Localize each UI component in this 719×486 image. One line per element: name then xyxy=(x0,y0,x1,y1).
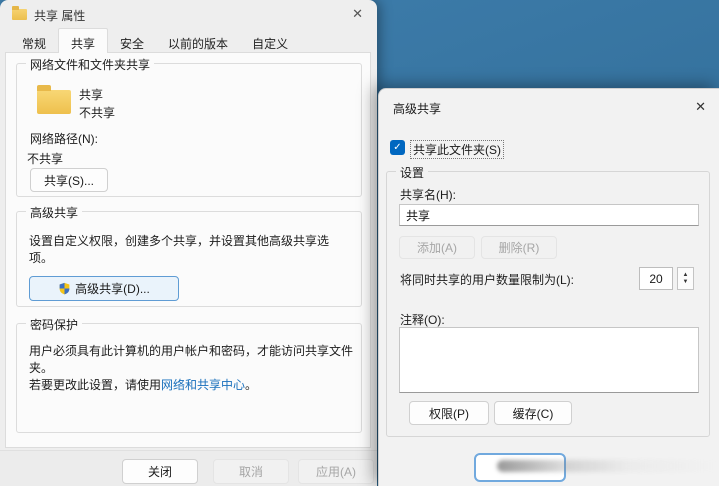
tab-customize[interactable]: 自定义 xyxy=(240,31,300,53)
close-button[interactable]: 关闭 xyxy=(122,459,198,484)
tab-security[interactable]: 安全 xyxy=(108,31,156,53)
network-sharing-group-title: 网络文件和文件夹共享 xyxy=(26,56,155,73)
advanced-sharing-group-title: 高级共享 xyxy=(26,204,83,221)
window-title: 共享 属性 xyxy=(34,9,86,23)
sharing-tab-page: 网络文件和文件夹共享 共享 不共享 网络路径(N): 不共享 共享(S)... … xyxy=(5,52,371,448)
tab-strip: 常规 共享 安全 以前的版本 自定义 xyxy=(10,28,300,53)
advanced-sharing-dialog: 高级共享 ✕ ✓ 共享此文件夹(S) 设置 共享名(H): 添加(A) 删除(R… xyxy=(378,88,719,486)
tab-previous-versions[interactable]: 以前的版本 xyxy=(156,31,240,53)
spin-up-icon[interactable]: ▲ xyxy=(683,272,689,279)
advanced-sharing-button-label: 高级共享(D)... xyxy=(75,282,150,296)
folder-icon xyxy=(12,6,27,20)
spin-down-icon[interactable]: ▼ xyxy=(683,279,689,286)
tab-sharing[interactable]: 共享 xyxy=(58,28,109,53)
advanced-sharing-button[interactable]: 高级共享(D)... xyxy=(29,276,179,301)
uac-shield-icon xyxy=(59,282,70,295)
network-path-label: 网络路径(N): xyxy=(30,132,98,146)
add-button[interactable]: 添加(A) xyxy=(399,236,475,259)
password-protection-line1: 用户必须具有此计算机的用户帐户和密码，才能访问共享文件夹。 xyxy=(29,344,354,375)
user-limit-label: 将同时共享的用户数量限制为(L): xyxy=(400,273,575,287)
network-sharing-center-link[interactable]: 网络和共享中心 xyxy=(161,378,245,392)
password-protection-group: 密码保护 用户必须具有此计算机的用户帐户和密码，才能访问共享文件夹。 若要更改此… xyxy=(16,316,362,433)
share-name-input[interactable] xyxy=(399,204,699,226)
user-limit-spinner[interactable]: ▲ ▼ xyxy=(677,267,694,290)
share-this-folder-checkbox[interactable]: ✓ xyxy=(390,140,405,155)
password-protection-line2-suffix: 。 xyxy=(245,378,258,392)
comment-textarea[interactable] xyxy=(399,327,699,393)
caching-button[interactable]: 缓存(C) xyxy=(494,401,572,425)
close-icon[interactable]: ✕ xyxy=(352,6,363,22)
share-name-label: 共享名(H): xyxy=(400,188,456,202)
advanced-sharing-description: 设置自定义权限，创建多个共享，并设置其他高级共享选项。 xyxy=(29,234,330,265)
settings-group-title: 设置 xyxy=(396,164,429,181)
dialog-title: 高级共享 xyxy=(393,102,442,116)
password-protection-line2: 若要更改此设置，请使用网络和共享中心。 xyxy=(29,376,355,393)
close-icon[interactable]: ✕ xyxy=(695,99,706,115)
dialog-footer: 关闭 取消 应用(A) xyxy=(0,450,377,486)
user-limit-input[interactable]: 20 xyxy=(639,267,673,290)
motion-blur-streak xyxy=(497,460,717,472)
settings-group: 设置 共享名(H): 添加(A) 删除(R) 将同时共享的用户数量限制为(L):… xyxy=(386,164,710,437)
comment-label: 注释(O): xyxy=(400,313,445,327)
tab-general[interactable]: 常规 xyxy=(10,31,58,53)
cancel-button[interactable]: 取消 xyxy=(213,459,289,484)
titlebar: 共享 属性 ✕ xyxy=(0,0,377,28)
password-protection-group-title: 密码保护 xyxy=(26,316,83,333)
password-protection-line2-prefix: 若要更改此设置，请使用 xyxy=(29,378,162,392)
share-this-folder-label[interactable]: 共享此文件夹(S) xyxy=(410,140,504,159)
apply-button[interactable]: 应用(A) xyxy=(298,459,374,484)
folder-share-state: 不共享 xyxy=(79,106,116,120)
shared-folder-icon xyxy=(37,85,71,114)
permissions-button[interactable]: 权限(P) xyxy=(409,401,489,425)
network-path-value: 不共享 xyxy=(27,152,64,166)
network-sharing-group: 网络文件和文件夹共享 共享 不共享 网络路径(N): 不共享 共享(S)... xyxy=(16,56,362,197)
sharing-properties-window: 共享 属性 ✕ 常规 共享 安全 以前的版本 自定义 网络文件和文件夹共享 共享… xyxy=(0,0,377,486)
folder-name: 共享 xyxy=(79,88,104,102)
advanced-sharing-group: 高级共享 设置自定义权限，创建多个共享，并设置其他高级共享选项。 高级共享(D)… xyxy=(16,204,362,307)
share-button[interactable]: 共享(S)... xyxy=(30,168,108,192)
delete-button[interactable]: 删除(R) xyxy=(481,236,557,259)
